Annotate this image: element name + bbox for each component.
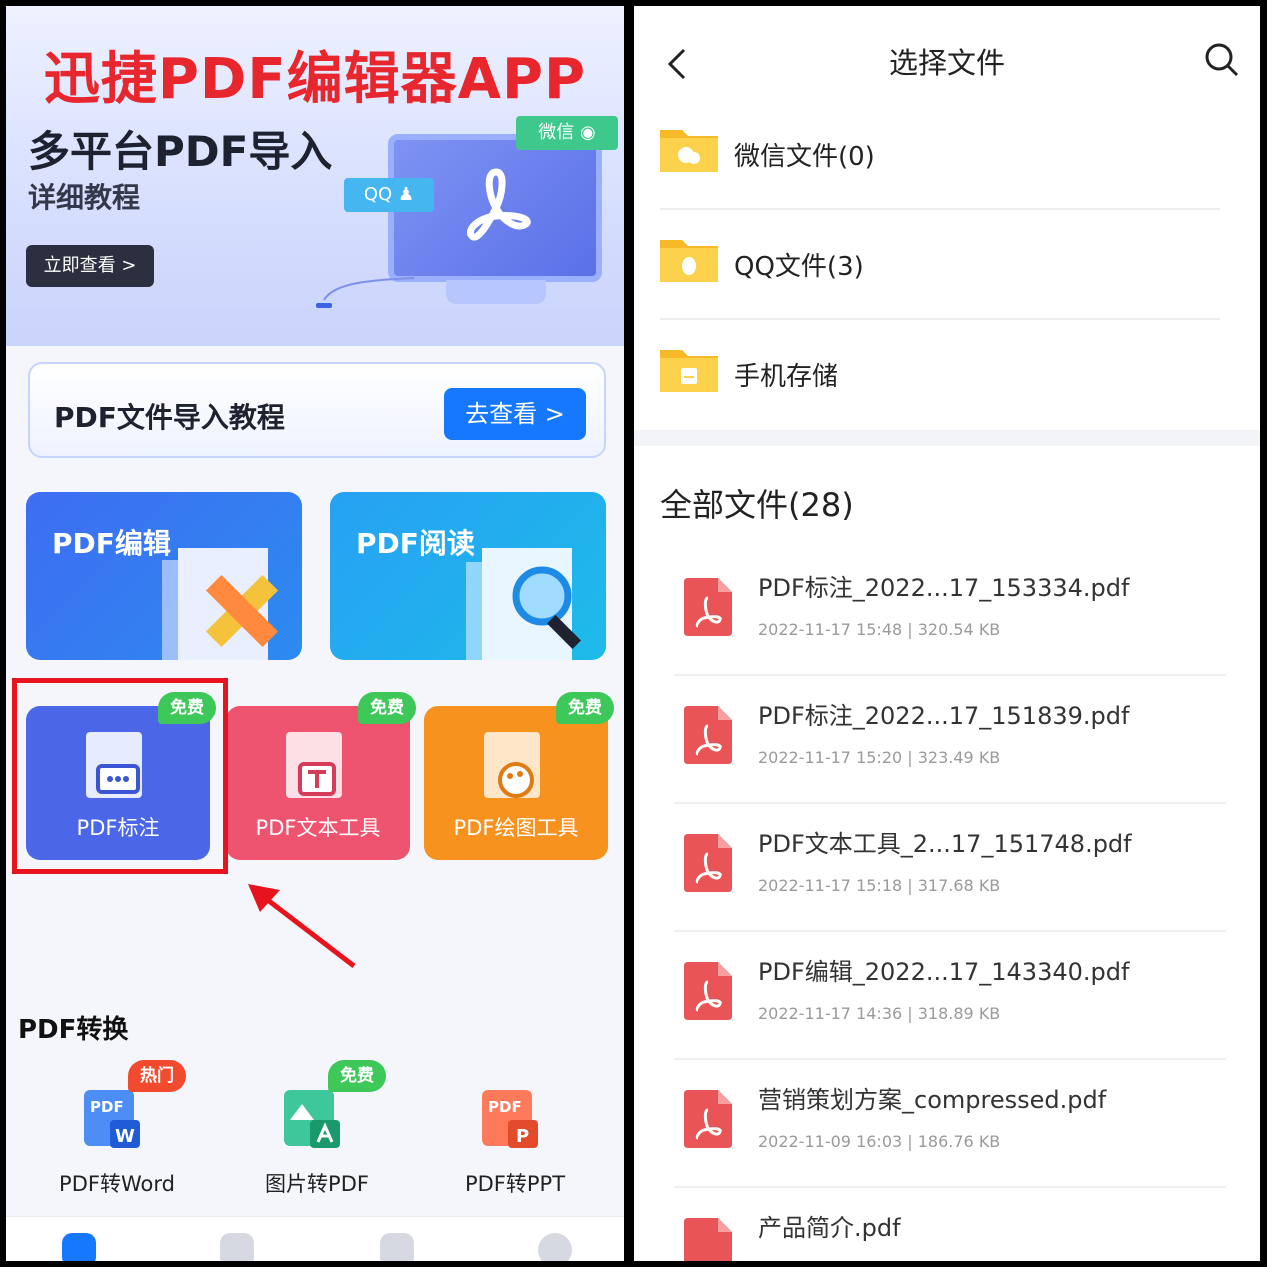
qq-penguin-icon: ♟: [397, 184, 415, 205]
section-divider: [634, 430, 1260, 446]
bottom-tab-bar: [6, 1216, 624, 1261]
text-tool-document-icon: [286, 732, 342, 798]
pdf-to-ppt-label: PDF转PPT: [464, 1172, 566, 1196]
import-tutorial-card[interactable]: PDF文件导入教程 去查看 >: [28, 362, 606, 458]
highlight-box: [12, 678, 228, 874]
file-item[interactable]: 产品简介.pdf: [674, 1188, 1226, 1261]
go-view-button[interactable]: 去查看 >: [444, 388, 586, 440]
pdf-file-icon: [684, 578, 732, 636]
conversion-section-title: PDF转换: [18, 1015, 129, 1045]
wechat-bubble-label: 微信: [538, 122, 575, 143]
pdf-to-ppt-item[interactable]: PDF P PDF转PPT: [420, 1076, 610, 1206]
folder-wechat[interactable]: 微信文件(0): [660, 102, 1220, 210]
pdf-file-icon: [684, 706, 732, 764]
pdf-edit-tile[interactable]: PDF编辑: [26, 492, 302, 660]
qq-folder-icon: [660, 240, 718, 282]
hot-badge: 热门: [128, 1060, 186, 1092]
pdf-file-icon: [684, 834, 732, 892]
folder-name: QQ文件(3): [734, 252, 864, 282]
banner-subtitle: 详细教程: [28, 181, 141, 214]
banner-title: 多平台PDF导入: [28, 127, 333, 176]
pdf-read-tile[interactable]: PDF阅读: [330, 492, 606, 660]
file-item[interactable]: PDF标注_2022...17_151839.pdf 2022-11-17 15…: [674, 676, 1226, 804]
pdf-file-icon: [684, 962, 732, 1020]
free-badge: 免费: [556, 692, 614, 724]
file-meta: 2022-11-17 14:36 | 318.89 KB: [758, 1004, 1001, 1023]
wechat-folder-icon: [660, 130, 718, 172]
folder-name: 微信文件(0): [734, 142, 875, 172]
tools-tab-icon[interactable]: [380, 1233, 414, 1261]
folder-name: 手机存储: [734, 362, 839, 392]
composite-screenshot: 多平台PDF导入 详细教程 立即查看 > QQ ♟ 微信 ◉ 迅捷PDF编辑器A…: [0, 0, 1267, 1267]
home-tab-icon[interactable]: [62, 1233, 96, 1261]
file-name: 产品简介.pdf: [758, 1214, 901, 1242]
profile-tab-icon[interactable]: [538, 1233, 572, 1261]
file-item[interactable]: PDF编辑_2022...17_143340.pdf 2022-11-17 14…: [674, 932, 1226, 1060]
svg-text:W: W: [115, 1126, 135, 1147]
file-item[interactable]: 营销策划方案_compressed.pdf 2022-11-09 16:03 |…: [674, 1060, 1226, 1188]
file-meta: 2022-11-09 16:03 | 186.76 KB: [758, 1132, 1001, 1151]
file-name: PDF编辑_2022...17_143340.pdf: [758, 958, 1130, 986]
pdf-file-icon: [684, 1090, 732, 1148]
file-meta: 2022-11-17 15:48 | 320.54 KB: [758, 620, 1001, 639]
page-title: 选择文件: [888, 46, 1005, 80]
file-meta: 2022-11-17 15:20 | 323.49 KB: [758, 748, 1001, 767]
monitor-stand-illustration: [446, 280, 546, 304]
folder-phone-storage[interactable]: 手机存储: [660, 322, 1220, 430]
file-name: PDF标注_2022...17_151839.pdf: [758, 702, 1130, 730]
storage-folder-icon: [660, 350, 718, 392]
home-screen: 多平台PDF导入 详细教程 立即查看 > QQ ♟ 微信 ◉ 迅捷PDF编辑器A…: [6, 6, 624, 1261]
folder-qq[interactable]: QQ文件(3): [660, 212, 1220, 320]
wechat-icon: ◉: [580, 122, 596, 143]
pdf-draw-tool-label: PDF绘图工具: [453, 816, 579, 840]
qq-bubble-label: QQ: [363, 184, 393, 205]
file-item[interactable]: PDF文本工具_2...17_151748.pdf 2022-11-17 15:…: [674, 804, 1226, 932]
wechat-bubble: 微信 ◉: [516, 116, 618, 150]
pdf-text-tool-label: PDF文本工具: [255, 816, 381, 840]
select-file-screen: 选择文件 微信文件(0) QQ文件(3) 手机存储 全部文件(28) PDF标注…: [634, 6, 1260, 1261]
svg-text:PDF: PDF: [90, 1098, 124, 1116]
pdf-logo-icon: [467, 168, 531, 241]
file-name: PDF文本工具_2...17_151748.pdf: [758, 830, 1132, 858]
free-badge: 免费: [358, 692, 416, 724]
file-meta: 2022-11-17 15:18 | 317.68 KB: [758, 876, 1001, 895]
magnifier-document-icon: [466, 548, 581, 660]
svg-text:PDF: PDF: [488, 1098, 522, 1116]
pdf-to-word-label: PDF转Word: [59, 1172, 175, 1196]
pdf-to-ppt-icon: PDF P: [482, 1090, 538, 1148]
file-item[interactable]: PDF标注_2022...17_153334.pdf 2022-11-17 15…: [674, 548, 1226, 676]
pdf-file-icon: [684, 1218, 732, 1261]
file-name: 营销策划方案_compressed.pdf: [758, 1086, 1107, 1114]
image-to-pdf-label: 图片转PDF: [265, 1172, 369, 1196]
documents-tab-icon[interactable]: [220, 1233, 254, 1261]
pdf-text-tool-tile[interactable]: PDF文本工具 免费: [226, 692, 416, 860]
pdf-draw-tool-tile[interactable]: PDF绘图工具 免费: [424, 692, 614, 860]
file-name: PDF标注_2022...17_153334.pdf: [758, 574, 1130, 602]
search-icon[interactable]: [1204, 42, 1240, 78]
palette-document-icon: [484, 732, 540, 798]
tutorial-card-text: PDF文件导入教程: [54, 401, 285, 434]
decorative-line: [316, 277, 414, 308]
free-badge: 免费: [328, 1060, 386, 1092]
view-now-button[interactable]: 立即查看 >: [26, 245, 154, 287]
image-to-pdf-item[interactable]: 免费 图片转PDF: [222, 1060, 412, 1206]
red-arrow-icon: [248, 884, 356, 968]
all-files-title: 全部文件(28): [660, 486, 854, 524]
pdf-to-word-item[interactable]: PDF W 热门 PDF转Word: [22, 1060, 212, 1206]
overlay-title: 迅捷PDF编辑器APP: [43, 47, 587, 112]
edit-ruler-pencil-icon: [162, 548, 279, 660]
svg-text:P: P: [516, 1126, 529, 1147]
qq-bubble: QQ ♟: [344, 178, 434, 212]
